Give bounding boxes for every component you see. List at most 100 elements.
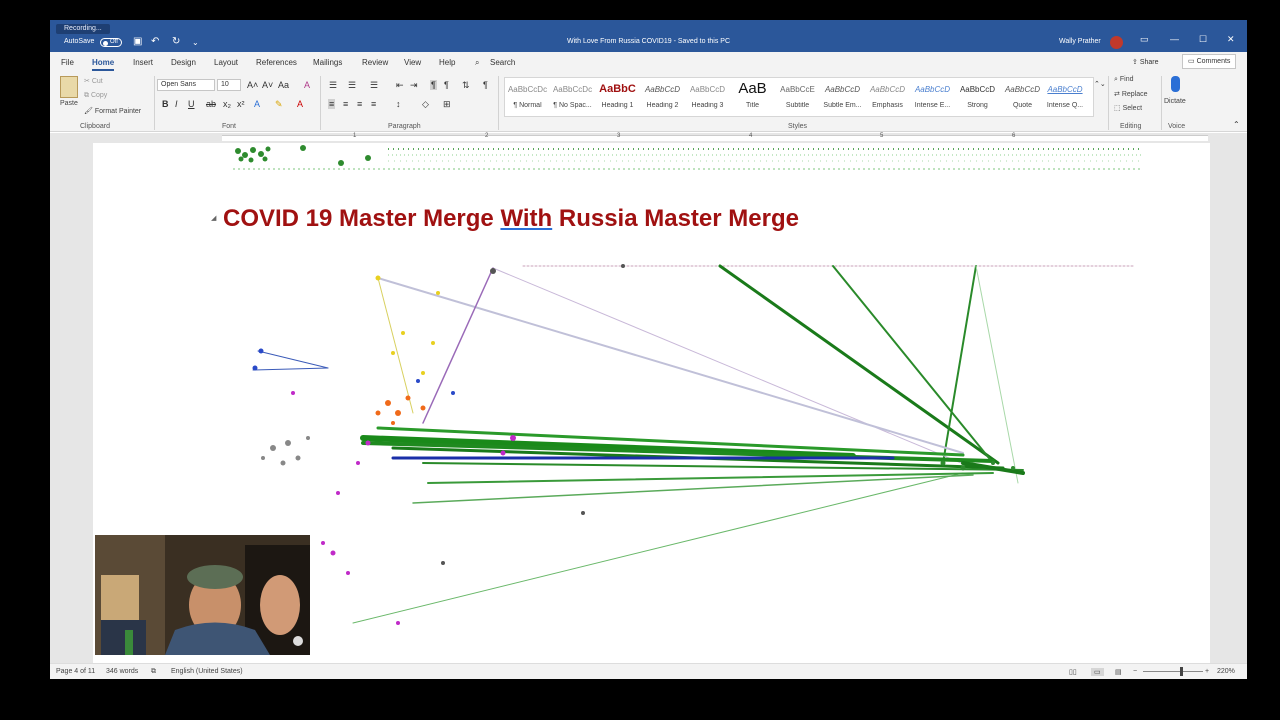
style-no-spacing[interactable]: AaBbCcDc ¶ No Spac...	[550, 78, 595, 116]
highlight-icon[interactable]: ✎	[275, 99, 283, 110]
style-heading-1[interactable]: AaBbC Heading 1	[595, 78, 640, 116]
sort-icon[interactable]: ⇅	[462, 80, 470, 91]
bold-icon[interactable]: B	[162, 99, 169, 109]
cut-button[interactable]: ✂ Cut	[84, 77, 103, 85]
zoom-level[interactable]: 220%	[1217, 668, 1235, 675]
word-count[interactable]: 346 words	[106, 668, 138, 675]
style-normal[interactable]: AaBbCcDc ¶ Normal	[505, 78, 550, 116]
user-name[interactable]: Wally Prather	[1059, 38, 1101, 45]
zoom-slider[interactable]	[1143, 671, 1203, 672]
numbering-icon[interactable]: ☰	[348, 80, 356, 91]
read-mode-icon[interactable]: ▯▯	[1069, 668, 1077, 676]
ribbon-display-icon[interactable]: ▭	[1140, 34, 1149, 45]
find-button[interactable]: ⌕ Find	[1114, 76, 1134, 84]
grow-font-icon[interactable]: A˄	[247, 80, 258, 90]
zoom-in-icon[interactable]: +	[1205, 668, 1209, 675]
change-case-icon[interactable]: Aa	[278, 80, 289, 90]
tab-view[interactable]: View	[404, 58, 421, 67]
group-divider	[498, 76, 499, 130]
subscript-icon[interactable]: x₂	[223, 99, 231, 109]
tab-review[interactable]: Review	[362, 58, 388, 67]
comments-label: Comments	[1196, 58, 1231, 65]
comments-button[interactable]: ▭ Comments	[1182, 54, 1237, 69]
styles-scroll-icon[interactable]: ⌃⌄	[1094, 80, 1106, 88]
style-heading-3[interactable]: AaBbCcD Heading 3	[685, 78, 730, 116]
share-label: Share	[1139, 59, 1159, 66]
language-indicator[interactable]: English (United States)	[171, 668, 243, 675]
ltr-icon[interactable]: ¶	[430, 80, 437, 90]
text-effects-icon[interactable]: A	[254, 99, 260, 109]
search-icon[interactable]: ⌕	[475, 58, 479, 68]
underline-icon[interactable]: U	[188, 99, 195, 109]
tab-file[interactable]: File	[61, 58, 74, 67]
align-center-icon[interactable]: ≡	[343, 99, 348, 109]
close-icon[interactable]: ✕	[1227, 34, 1235, 45]
tab-help[interactable]: Help	[439, 58, 455, 67]
style-heading-2[interactable]: AaBbCcD Heading 2	[640, 78, 685, 116]
strikethrough-icon[interactable]: ab	[206, 99, 216, 109]
paste-icon[interactable]	[60, 76, 78, 98]
zoom-out-icon[interactable]: −	[1133, 668, 1137, 675]
zoom-slider-thumb[interactable]	[1180, 667, 1183, 676]
proofing-icon[interactable]: ⧉	[151, 668, 156, 676]
dictate-button[interactable]: Dictate	[1164, 98, 1186, 105]
tab-insert[interactable]: Insert	[133, 58, 153, 67]
font-name-select[interactable]: Open Sans	[157, 79, 215, 91]
document-heading[interactable]: COVID 19 Master Merge With Russia Master…	[223, 205, 799, 233]
ruler-number: 5	[880, 133, 884, 139]
minimize-icon[interactable]: —	[1170, 34, 1179, 44]
show-marks-icon[interactable]: ¶	[483, 80, 488, 90]
page-count[interactable]: Page 4 of 11	[56, 668, 95, 675]
style-quote[interactable]: AaBbCcD Quote	[1000, 78, 1045, 116]
group-divider	[320, 76, 321, 130]
ruler-number: 4	[749, 133, 753, 139]
select-button[interactable]: ⬚ Select	[1114, 104, 1142, 112]
style-intense-quote[interactable]: AaBbCcD Intense Q...	[1045, 78, 1085, 116]
bullets-icon[interactable]: ☰	[329, 80, 337, 91]
style-intense-emphasis[interactable]: AaBbCcD Intense E...	[910, 78, 955, 116]
justify-icon[interactable]: ≡	[371, 99, 376, 109]
style-subtitle[interactable]: AaBbCcE Subtitle	[775, 78, 820, 116]
clear-formatting-icon[interactable]: A	[304, 80, 310, 90]
style-name: Heading 3	[691, 102, 724, 109]
style-title[interactable]: AaB Title	[730, 78, 775, 116]
italic-icon[interactable]: I	[175, 99, 178, 109]
align-right-icon[interactable]: ≡	[357, 99, 362, 109]
search-box[interactable]: Search	[490, 58, 515, 67]
shrink-font-icon[interactable]: A˅	[262, 80, 273, 90]
decrease-indent-icon[interactable]: ⇤	[396, 80, 404, 91]
superscript-icon[interactable]: x²	[237, 99, 245, 109]
web-layout-icon[interactable]: ▤	[1115, 668, 1122, 676]
format-painter-button[interactable]: 🖌 Format Painter	[84, 107, 141, 115]
multilevel-list-icon[interactable]: ☰	[370, 80, 378, 91]
font-color-icon[interactable]: A	[297, 99, 303, 109]
font-size-select[interactable]: 10	[217, 79, 241, 91]
copy-button[interactable]: ⧉ Copy	[84, 92, 107, 100]
tab-layout[interactable]: Layout	[214, 58, 238, 67]
increase-indent-icon[interactable]: ⇥	[410, 80, 418, 91]
horizontal-ruler[interactable]: 1 2 3 4 5 6	[50, 133, 1247, 143]
style-emphasis[interactable]: AaBbCcD Emphasis	[865, 78, 910, 116]
style-subtle-emphasis[interactable]: AaBbCcD Subtle Em...	[820, 78, 865, 116]
style-strong[interactable]: AaBbCcD Strong	[955, 78, 1000, 116]
avatar[interactable]	[1110, 36, 1123, 49]
rtl-icon[interactable]: ¶	[444, 80, 449, 90]
style-name: ¶ Normal	[513, 102, 542, 109]
tab-references[interactable]: References	[256, 58, 297, 67]
shading-icon[interactable]: ◇	[422, 99, 429, 110]
share-button[interactable]: ⇪ Share	[1132, 58, 1159, 71]
maximize-icon[interactable]: ☐	[1199, 34, 1207, 45]
print-layout-icon[interactable]: ▭	[1091, 668, 1104, 676]
paste-button[interactable]: Paste	[60, 100, 78, 107]
collapse-heading-icon[interactable]: ◢	[211, 214, 216, 222]
line-spacing-icon[interactable]: ↕	[396, 99, 401, 109]
replace-button[interactable]: ⇄ Replace	[1114, 90, 1148, 98]
collapse-ribbon-icon[interactable]: ⌃	[1233, 120, 1240, 129]
format-painter-label: Format Painter	[94, 108, 142, 115]
align-left-icon[interactable]: ≡	[328, 99, 336, 109]
tab-mailings[interactable]: Mailings	[313, 58, 342, 67]
borders-icon[interactable]: ⊞	[443, 99, 451, 110]
tab-design[interactable]: Design	[171, 58, 196, 67]
tab-home[interactable]: Home	[92, 58, 115, 71]
microphone-icon[interactable]	[1171, 76, 1180, 92]
